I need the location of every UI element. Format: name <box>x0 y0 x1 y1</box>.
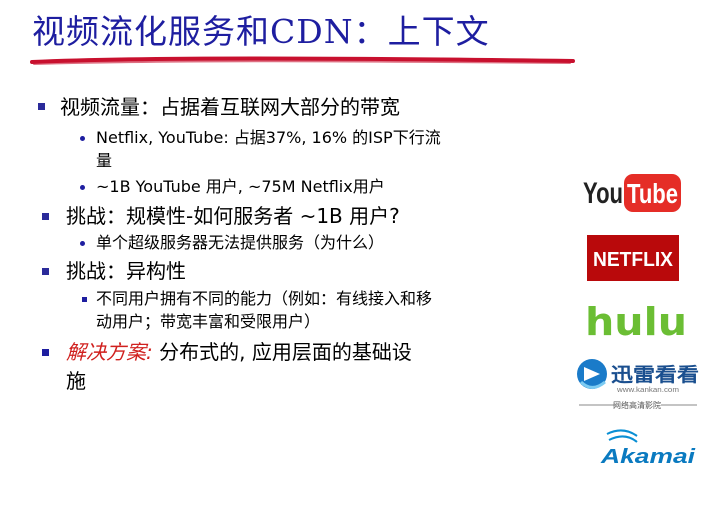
bullet-marker <box>42 268 49 275</box>
netflix-text: NETFLIX <box>593 249 674 271</box>
bullet-netflix-youtube-share-cont: 量 <box>96 151 113 170</box>
bullet-marker <box>38 103 45 110</box>
bullet-marker <box>42 349 49 356</box>
bullet-netflix-youtube-share: Netflix, YouTube: 占据37%, 16% 的ISP下行流 <box>96 128 441 147</box>
solution-label: 解决方案: <box>66 340 153 364</box>
bullet-user-counts: ~1B YouTube 用户, ~75M Netflix用户 <box>96 177 385 196</box>
xunlei-subtitle-text: 网络高清影院 <box>613 400 661 410</box>
netflix-logo: NETFLIX <box>587 235 679 281</box>
youtube-logo: You Tube <box>583 174 681 212</box>
hulu-logo: hulu <box>585 300 687 341</box>
solution-text: 分布式的, 应用层面的基础设 <box>152 340 412 364</box>
bullet-marker <box>82 297 87 302</box>
bullet-video-traffic: 视频流量：占据着互联网大部分的带宽 <box>60 95 400 119</box>
hulu-text: hulu <box>585 300 687 341</box>
bullet-marker <box>80 185 85 190</box>
bullet-different-capabilities: 不同用户拥有不同的能力（例如：有线接入和移 <box>96 289 433 308</box>
bullet-solution-cont: 施 <box>66 369 86 393</box>
bullet-challenge-scale: 挑战：规模性-如何服务者 ~1B 用户? <box>66 204 400 228</box>
youtube-tube-text: Tube <box>627 178 678 209</box>
title-underline <box>30 56 575 65</box>
bullet-marker <box>42 213 49 220</box>
bullet-marker <box>80 136 85 141</box>
bullet-solution: 解决方案: 分布式的, 应用层面的基础设 <box>66 339 412 365</box>
akamai-text: Akamai <box>600 446 696 468</box>
bullet-marker <box>80 241 85 246</box>
bullet-single-server: 单个超级服务器无法提供服务（为什么） <box>96 233 385 252</box>
page-title: 视频流化服务和CDN：上下文 <box>32 12 490 51</box>
xunlei-url-text: www.kankan.com <box>616 387 679 394</box>
logo-column: You Tube NETFLIX hulu 迅雷看看 www.kankan.co… <box>575 165 700 470</box>
bullet-different-capabilities-cont: 动用户；带宽丰富和受限用户） <box>96 312 321 331</box>
xunlei-kankan-logo: 迅雷看看 www.kankan.com 网络高清影院 <box>577 359 699 410</box>
akamai-logo: Akamai <box>597 424 696 468</box>
youtube-you-text: You <box>583 177 623 210</box>
xunlei-text: 迅雷看看 <box>611 364 699 386</box>
bullet-challenge-heterogeneity: 挑战：异构性 <box>66 259 186 283</box>
